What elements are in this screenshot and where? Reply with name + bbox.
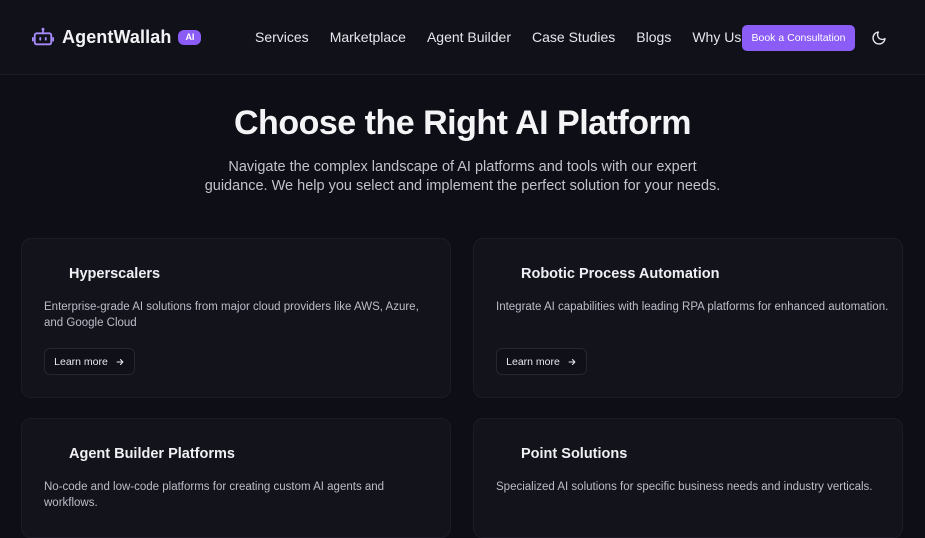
learn-more-label: Learn more xyxy=(54,355,108,368)
robot-icon xyxy=(32,27,54,46)
card-title: Agent Builder Platforms xyxy=(69,446,235,462)
learn-more-label: Learn more xyxy=(506,355,560,368)
card-title: Robotic Process Automation xyxy=(521,266,720,282)
card-description: Specialized AI solutions for specific bu… xyxy=(496,481,873,493)
nav-links: Services Marketplace Agent Builder Case … xyxy=(255,29,762,45)
card-title: Point Solutions xyxy=(521,446,628,462)
learn-more-button[interactable]: Learn more xyxy=(44,348,135,375)
nav-link-agent-builder[interactable]: Agent Builder xyxy=(427,29,511,45)
nav-link-why-us[interactable]: Why Us xyxy=(692,29,741,45)
page-title: Choose the Right AI Platform xyxy=(234,104,691,142)
moon-icon[interactable] xyxy=(871,30,887,46)
navbar: AgentWallah AI Services Marketplace Agen… xyxy=(0,0,925,75)
card-point-solutions: Point Solutions Specialized AI solutions… xyxy=(473,418,903,538)
book-consultation-button[interactable]: Book a Consultation xyxy=(742,25,855,51)
learn-more-button[interactable]: Learn more xyxy=(496,348,587,375)
card-description: No-code and low-code platforms for creat… xyxy=(44,481,385,509)
nav-link-marketplace[interactable]: Marketplace xyxy=(330,29,406,45)
ai-badge: AI xyxy=(178,29,202,45)
card-hyperscalers: Hyperscalers Enterprise-grade AI solutio… xyxy=(21,238,451,398)
card-rpa: Robotic Process Automation Integrate AI … xyxy=(473,238,903,398)
arrow-right-icon xyxy=(568,358,576,365)
nav-link-blogs[interactable]: Blogs xyxy=(636,29,671,45)
nav-link-case-studies[interactable]: Case Studies xyxy=(532,29,615,45)
page-subtitle: Navigate the complex landscape of AI pla… xyxy=(204,159,721,194)
nav-link-services[interactable]: Services xyxy=(255,29,309,45)
card-title: Hyperscalers xyxy=(69,266,161,282)
arrow-right-icon xyxy=(116,358,124,365)
card-description: Enterprise-grade AI solutions from major… xyxy=(44,301,419,329)
card-description: Integrate AI capabilities with leading R… xyxy=(496,301,889,313)
card-agent-builder-platforms: Agent Builder Platforms No-code and low-… xyxy=(21,418,451,538)
logo[interactable]: AgentWallah AI xyxy=(32,26,202,48)
brand-name: AgentWallah xyxy=(62,26,172,47)
